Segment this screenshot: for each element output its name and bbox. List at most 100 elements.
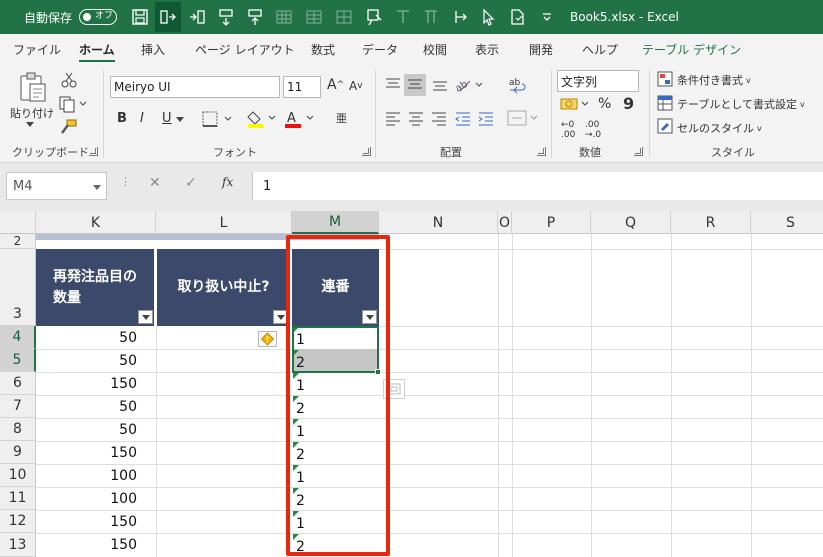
number-launcher-icon[interactable] [634, 147, 643, 156]
paste-button[interactable]: 貼り付け [10, 105, 54, 121]
phonetic-guide-button[interactable]: 亜 [336, 110, 347, 126]
tab-insert[interactable]: 挿入 [141, 41, 165, 58]
document-icon[interactable] [507, 7, 527, 27]
row-header-2[interactable]: 2 [0, 234, 36, 249]
cell-k9[interactable]: 150 [36, 441, 137, 464]
cell-k10[interactable]: 100 [36, 464, 137, 487]
cell-k11[interactable]: 100 [36, 487, 137, 510]
select-arrow-icon[interactable] [451, 7, 471, 27]
row-header-4[interactable]: 4 [0, 326, 36, 349]
cell-styles-button[interactable]: セルのスタイル v [677, 120, 762, 136]
wrap-text-icon[interactable]: ab [508, 76, 528, 96]
filter-dropdown-k[interactable] [138, 310, 153, 324]
format-painter-icon[interactable] [58, 118, 78, 136]
decrease-decimal-button[interactable]: .00 →.0 [585, 120, 601, 140]
comma-style-button[interactable]: 9 [623, 94, 634, 113]
font-name-select[interactable]: Meiryo UI [110, 76, 280, 98]
cancel-icon[interactable]: ✕ [149, 175, 161, 191]
save-icon[interactable] [130, 7, 150, 27]
tab-home[interactable]: ホーム [79, 41, 115, 62]
shrink-font-button[interactable]: Av [349, 79, 363, 93]
grow-font-button[interactable]: A ^ [327, 77, 344, 93]
clipboard-icon[interactable] [18, 70, 48, 104]
tab-table-design[interactable]: テーブル デザイン [642, 41, 741, 58]
format-as-table-button[interactable]: テーブルとして書式設定 v [677, 96, 805, 112]
number-format-select[interactable]: 文字列 [557, 70, 639, 92]
align-middle-icon[interactable] [404, 74, 426, 96]
select-all-corner[interactable] [0, 211, 36, 234]
row-header-11[interactable]: 11 [0, 487, 36, 510]
formula-input[interactable]: 1 [252, 172, 823, 200]
row-header-12[interactable]: 12 [0, 510, 36, 533]
decrease-indent-icon[interactable] [454, 111, 472, 127]
align-center-icon[interactable] [407, 111, 425, 127]
percent-style-button[interactable]: % [598, 96, 611, 112]
paste-dropdown-icon[interactable] [26, 122, 34, 127]
row-header-10[interactable]: 10 [0, 464, 36, 487]
tab-review[interactable]: 校閲 [423, 41, 447, 58]
row-header-7[interactable]: 7 [0, 395, 36, 418]
autosave-toggle[interactable]: オフ [79, 9, 117, 25]
format-as-table-icon[interactable] [657, 95, 673, 111]
underline-button[interactable]: U [162, 111, 172, 126]
cell-styles-icon[interactable] [657, 118, 673, 134]
increase-indent-icon[interactable] [477, 111, 495, 127]
column-header-l[interactable]: L [156, 211, 292, 234]
column-header-s[interactable]: S [751, 211, 823, 234]
underline-dropdown-icon[interactable] [176, 117, 184, 122]
conditional-formatting-button[interactable]: 条件付き書式 v [677, 72, 751, 88]
font-size-select[interactable]: 11 [283, 76, 321, 98]
tab-formulas[interactable]: 数式 [311, 41, 335, 58]
copy-icon[interactable] [58, 95, 88, 113]
table-icon[interactable] [304, 7, 324, 27]
cell-k13[interactable]: 150 [36, 533, 137, 556]
row-header-6[interactable]: 6 [0, 372, 36, 395]
column-header-n[interactable]: N [379, 211, 498, 234]
column-header-o[interactable]: O [498, 211, 512, 234]
name-box-dropdown-icon[interactable] [93, 185, 101, 190]
row-header-13[interactable]: 13 [0, 533, 36, 557]
table-rows-icon[interactable] [334, 7, 354, 27]
column-header-p[interactable]: P [512, 211, 591, 234]
format-painter-quick-icon[interactable] [364, 7, 384, 27]
align-left-icon[interactable] [384, 111, 402, 127]
row-header-8[interactable]: 8 [0, 418, 36, 441]
tab-help[interactable]: ヘルプ [582, 41, 618, 58]
error-check-button[interactable] [258, 331, 277, 347]
bold-button[interactable]: B [117, 111, 127, 126]
cut-icon[interactable] [60, 71, 78, 89]
font-color-icon[interactable]: A [283, 109, 317, 129]
tab-page-layout[interactable]: ページ レイアウト [195, 41, 295, 58]
column-header-r[interactable]: R [671, 211, 751, 234]
insert-column-left-icon[interactable] [393, 7, 413, 27]
row-header-5[interactable]: 5 [0, 349, 36, 372]
font-launcher-icon[interactable] [362, 147, 371, 156]
tab-view[interactable]: 表示 [475, 41, 499, 58]
align-right-icon[interactable] [430, 111, 448, 127]
cell-k8[interactable]: 50 [36, 418, 137, 441]
row-header-9[interactable]: 9 [0, 441, 36, 464]
cell-k5[interactable]: 50 [36, 349, 137, 372]
italic-button[interactable]: I [140, 111, 144, 126]
insert-sheet-columns-icon[interactable] [155, 2, 181, 32]
fill-color-icon[interactable] [246, 109, 278, 129]
cell-k12[interactable]: 150 [36, 510, 137, 533]
currency-format-icon[interactable] [559, 95, 593, 113]
delete-rows-icon[interactable] [245, 7, 265, 27]
alignment-launcher-icon[interactable] [537, 147, 546, 156]
row-header-3[interactable]: 3 [0, 249, 36, 326]
tab-file[interactable]: ファイル [13, 41, 61, 58]
insert-rows-icon[interactable] [216, 7, 236, 27]
orientation-icon[interactable]: ab [454, 76, 486, 94]
pointer-icon[interactable] [478, 7, 498, 27]
insert-column-right-icon[interactable] [421, 7, 441, 27]
name-box[interactable]: M4 [6, 172, 107, 200]
align-top-icon[interactable] [384, 77, 402, 93]
cell-k4[interactable]: 50 [36, 326, 137, 349]
tab-developer[interactable]: 開発 [529, 41, 553, 58]
merge-center-icon[interactable] [506, 109, 540, 127]
column-header-k[interactable]: K [36, 211, 156, 234]
cell-k6[interactable]: 150 [36, 372, 137, 395]
increase-decimal-button[interactable]: ←0 .00 [561, 120, 575, 140]
cell-k7[interactable]: 50 [36, 395, 137, 418]
